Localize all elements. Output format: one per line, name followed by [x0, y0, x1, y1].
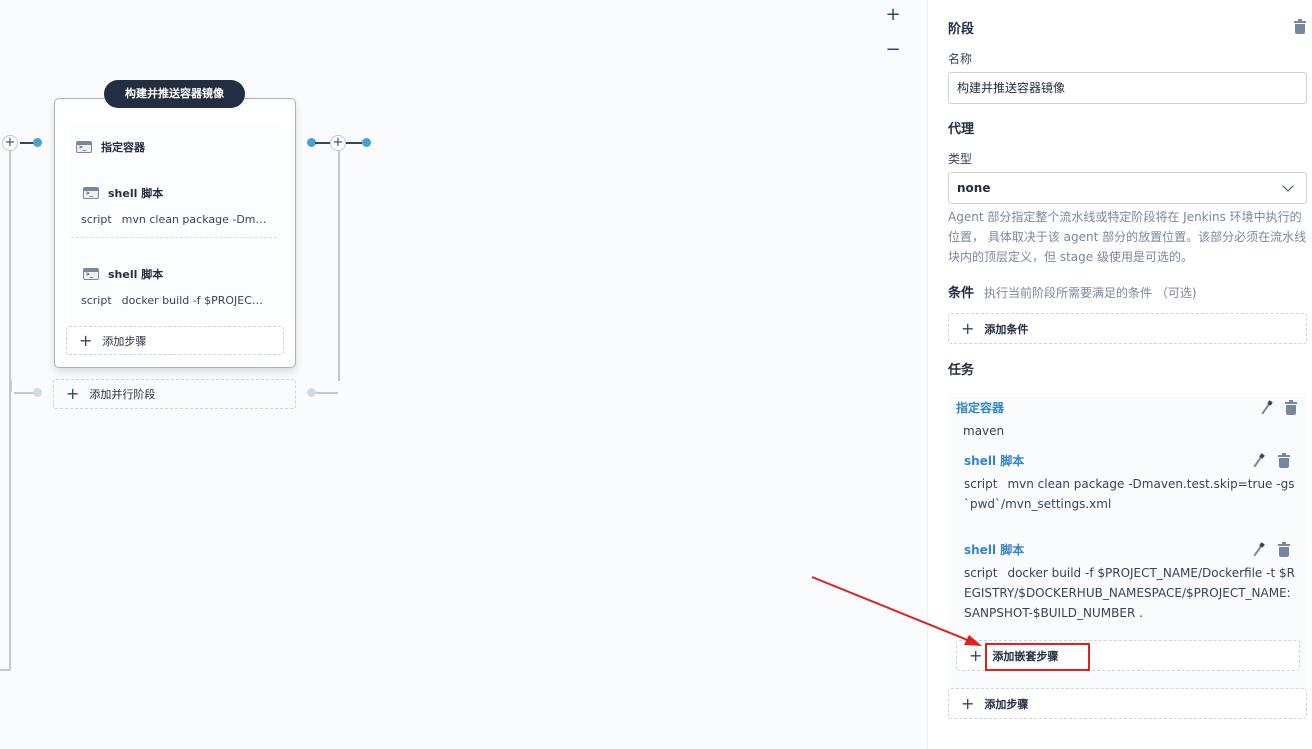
- add-task-step-button[interactable]: + 添加步骤: [948, 688, 1307, 719]
- connector-dot-left: [33, 138, 42, 147]
- edit-wand-icon[interactable]: [1259, 400, 1273, 415]
- add-condition-label: 添加条件: [984, 322, 1029, 336]
- plus-icon: +: [969, 645, 983, 665]
- plus-icon: +: [79, 330, 93, 350]
- condition-hint: 执行当前阶段所需要满足的条件 （可选): [984, 286, 1197, 300]
- script-key: script: [964, 566, 998, 580]
- zoom-out-button[interactable]: −: [883, 40, 903, 60]
- chevron-down-icon: [1282, 180, 1294, 192]
- container-task-value: maven: [963, 424, 1005, 438]
- script-key: script: [81, 294, 112, 307]
- stage-title-badge[interactable]: 构建并推送容器镜像: [104, 80, 245, 108]
- connector-left: [20, 142, 34, 144]
- container-step-label: 指定容器: [101, 141, 145, 154]
- parallel-dot-right: [307, 388, 316, 397]
- delete-trash-icon[interactable]: [1285, 400, 1297, 415]
- shell-task-1-name[interactable]: shell 脚本: [964, 452, 1024, 469]
- name-label: 名称: [948, 52, 973, 66]
- container-task: 指定容器 maven shell 脚本 script mvn clean pack…: [948, 393, 1307, 695]
- plus-icon: +: [961, 693, 975, 713]
- agent-type-select[interactable]: none: [948, 172, 1307, 204]
- connector-dot-right-2: [362, 138, 371, 147]
- agent-description: Agent 部分指定整个流水线或特定阶段将在 Jenkins 环境中执行的位置，…: [948, 210, 1307, 264]
- parallel-wire-right: [316, 392, 338, 394]
- stage-name-input[interactable]: 构建并推送容器镜像: [948, 72, 1307, 104]
- container-task-name[interactable]: 指定容器: [956, 399, 1004, 416]
- shell-task-2-name[interactable]: shell 脚本: [964, 541, 1024, 558]
- stage-card[interactable]: 指定容器 shell 脚本 script mvn clean package -D…: [54, 98, 296, 368]
- add-parallel-stage-label: 添加并行阶段: [89, 388, 156, 401]
- type-label: 类型: [948, 152, 973, 166]
- plus-icon: +: [66, 384, 80, 403]
- left-rail: [9, 150, 11, 670]
- shell-step-2-label: shell 脚本: [108, 268, 164, 281]
- add-step-button[interactable]: + 添加步骤: [66, 326, 284, 355]
- delete-trash-icon[interactable]: [1278, 453, 1290, 468]
- add-condition-button[interactable]: + 添加条件: [948, 313, 1307, 344]
- add-parallel-stage-button[interactable]: + 添加并行阶段: [53, 379, 296, 409]
- condition-header: 条件 执行当前阶段所需要满足的条件 （可选): [948, 282, 1197, 301]
- parallel-wire-left-v: [10, 380, 12, 392]
- delete-trash-icon[interactable]: [1278, 542, 1290, 557]
- script-value: docker build -f $PROJECT_NAME/Dockerfile…: [121, 294, 267, 307]
- zoom-in-button[interactable]: +: [883, 5, 903, 25]
- shell-step-2-header[interactable]: shell 脚本: [83, 266, 163, 282]
- script-value: docker build -f $PROJECT_NAME/Dockerfile…: [964, 566, 1295, 620]
- container-step-header[interactable]: 指定容器: [76, 139, 145, 155]
- edit-wand-icon[interactable]: [1251, 453, 1265, 468]
- terminal-icon: [83, 187, 99, 199]
- edit-wand-icon[interactable]: [1251, 542, 1265, 557]
- parallel-dot-left: [33, 388, 42, 397]
- agent-title: 代理: [948, 122, 975, 137]
- right-rail: [338, 151, 340, 381]
- tasks-title: 任务: [948, 363, 975, 378]
- add-nested-step-button[interactable]: + 添加嵌套步骤: [956, 640, 1300, 671]
- plus-icon: +: [961, 318, 975, 338]
- shell-step-1-label: shell 脚本: [108, 187, 164, 200]
- add-step-label: 添加步骤: [102, 334, 147, 348]
- delete-stage-trash-icon[interactable]: [1294, 19, 1306, 34]
- script-key: script: [964, 477, 998, 491]
- terminal-icon: [83, 268, 99, 280]
- connector-right: [315, 142, 331, 144]
- step-divider: [71, 237, 277, 238]
- condition-title: 条件: [948, 286, 975, 301]
- shell-step-1-script: script mvn clean package -Dmaven.test.ski…: [81, 213, 267, 226]
- shell-task-2-script: script docker build -f $PROJECT_NAME/Dock…: [964, 563, 1296, 623]
- add-task-step-label: 添加步骤: [984, 697, 1029, 711]
- connector-right-2: [346, 142, 362, 144]
- script-key: script: [81, 213, 112, 226]
- script-value: mvn clean package -Dmaven.test.skip=true…: [121, 213, 267, 226]
- stage-settings-panel: 阶段 名称 构建并推送容器镜像 代理 类型 none Agent 部分指定整个流…: [927, 0, 1312, 749]
- shell-step-1-header[interactable]: shell 脚本: [83, 185, 163, 201]
- shell-task-1-script: script mvn clean package -Dmaven.test.ski…: [964, 474, 1296, 514]
- script-value: mvn clean package -Dmaven.test.skip=true…: [964, 477, 1295, 511]
- panel-section-title: 阶段: [948, 22, 975, 37]
- add-nested-step-label: 添加嵌套步骤: [992, 649, 1059, 663]
- shell-step-2-script: script docker build -f $PROJECT_NAME/Dock…: [81, 294, 267, 307]
- agent-type-value: none: [957, 181, 991, 195]
- add-stage-before-button[interactable]: +: [2, 135, 18, 151]
- add-stage-after-button[interactable]: +: [330, 135, 346, 151]
- terminal-icon: [76, 141, 92, 153]
- pipeline-canvas[interactable]: + − + + 构建并推送容器镜像 指定容器 shell 脚本 script mv…: [0, 0, 927, 749]
- left-rail-end: [0, 669, 10, 671]
